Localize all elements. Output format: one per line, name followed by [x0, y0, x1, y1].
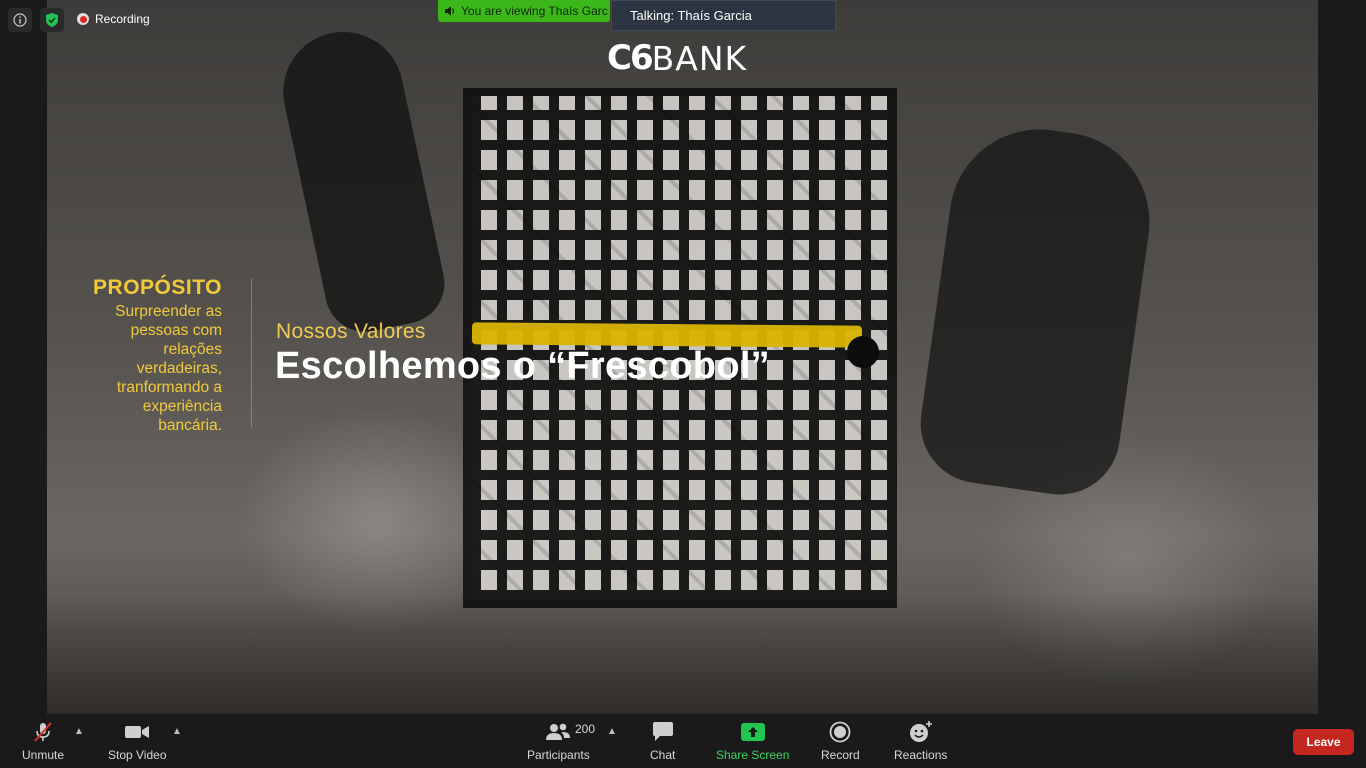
- c6bank-logo: C6 BANK: [607, 38, 747, 78]
- purpose-line: verdadeiras,: [136, 360, 222, 377]
- share-screen-icon: [740, 720, 766, 744]
- viewing-label: You are viewing Thaís Garc: [461, 4, 608, 18]
- purpose-line: relações: [163, 341, 222, 358]
- muted-mic-icon: [31, 720, 55, 744]
- leave-button[interactable]: Leave: [1293, 729, 1354, 755]
- zoom-meeting-window: C6 BANK PROPÓSITO Surpreender as pessoas…: [0, 0, 1366, 768]
- talking-indicator: Talking: Thaís Garcia: [611, 0, 836, 31]
- purpose-title: PROPÓSITO: [93, 276, 222, 299]
- chat-bubble-icon: [651, 720, 675, 744]
- logo-bank: BANK: [651, 38, 748, 78]
- talking-label: Talking: Thaís Garcia: [630, 8, 752, 23]
- participants-count: 200: [575, 722, 596, 736]
- chat-button[interactable]: Chat: [650, 720, 675, 762]
- record-button[interactable]: Record: [821, 720, 860, 762]
- audio-options-chevron-icon[interactable]: ▲: [74, 726, 84, 737]
- shared-screen: C6 BANK PROPÓSITO Surpreender as pessoas…: [47, 0, 1318, 714]
- purpose-block: PROPÓSITO Surpreender as pessoas com rel…: [47, 276, 222, 435]
- purpose-line: Surpreender as: [115, 303, 222, 320]
- participants-icon: [544, 720, 572, 744]
- stop-video-label: Stop Video: [108, 748, 167, 762]
- recording-indicator[interactable]: Recording: [77, 12, 150, 26]
- vertical-divider: [251, 278, 252, 428]
- chat-label: Chat: [650, 748, 676, 762]
- viewing-banner[interactable]: You are viewing Thaís Garc: [438, 0, 610, 22]
- smiley-plus-icon: [908, 720, 934, 744]
- purpose-line: pessoas com: [130, 322, 222, 339]
- encryption-shield-icon[interactable]: [40, 8, 64, 32]
- unmute-label: Unmute: [22, 748, 65, 762]
- purpose-line: experiência: [142, 398, 222, 415]
- reactions-button[interactable]: Reactions: [894, 720, 947, 762]
- ball: [847, 336, 879, 368]
- astronaut-figure-left: [272, 20, 452, 340]
- yellow-stripe: [471, 322, 863, 348]
- floor-shadow: [47, 594, 1318, 714]
- purpose-line: tranformando a: [116, 379, 222, 396]
- share-screen-button[interactable]: Share Screen: [716, 720, 789, 762]
- astronaut-figure-right: [912, 117, 1162, 503]
- logo-c6: C6: [607, 38, 654, 78]
- slide-subtitle: Nossos Valores: [276, 320, 426, 343]
- video-camera-icon: [124, 720, 150, 744]
- reactions-label: Reactions: [894, 748, 948, 762]
- meeting-toolbar: [0, 714, 1366, 768]
- participants-options-chevron-icon[interactable]: ▲: [607, 726, 617, 737]
- record-icon: [829, 720, 851, 744]
- recording-dot-icon: [77, 13, 89, 25]
- purpose-line: bancária.: [158, 417, 222, 434]
- slide-title: Escolhemos o “Frescobol”: [275, 345, 770, 387]
- unmute-button[interactable]: Unmute: [22, 720, 64, 762]
- stop-video-button[interactable]: Stop Video: [108, 720, 167, 762]
- video-options-chevron-icon[interactable]: ▲: [172, 726, 182, 737]
- participants-label: Participants: [527, 748, 590, 762]
- record-label: Record: [821, 748, 860, 762]
- share-screen-label: Share Screen: [716, 748, 790, 762]
- recording-label: Recording: [95, 12, 150, 26]
- speaker-icon: [445, 6, 455, 16]
- meeting-info-icon[interactable]: [8, 8, 32, 32]
